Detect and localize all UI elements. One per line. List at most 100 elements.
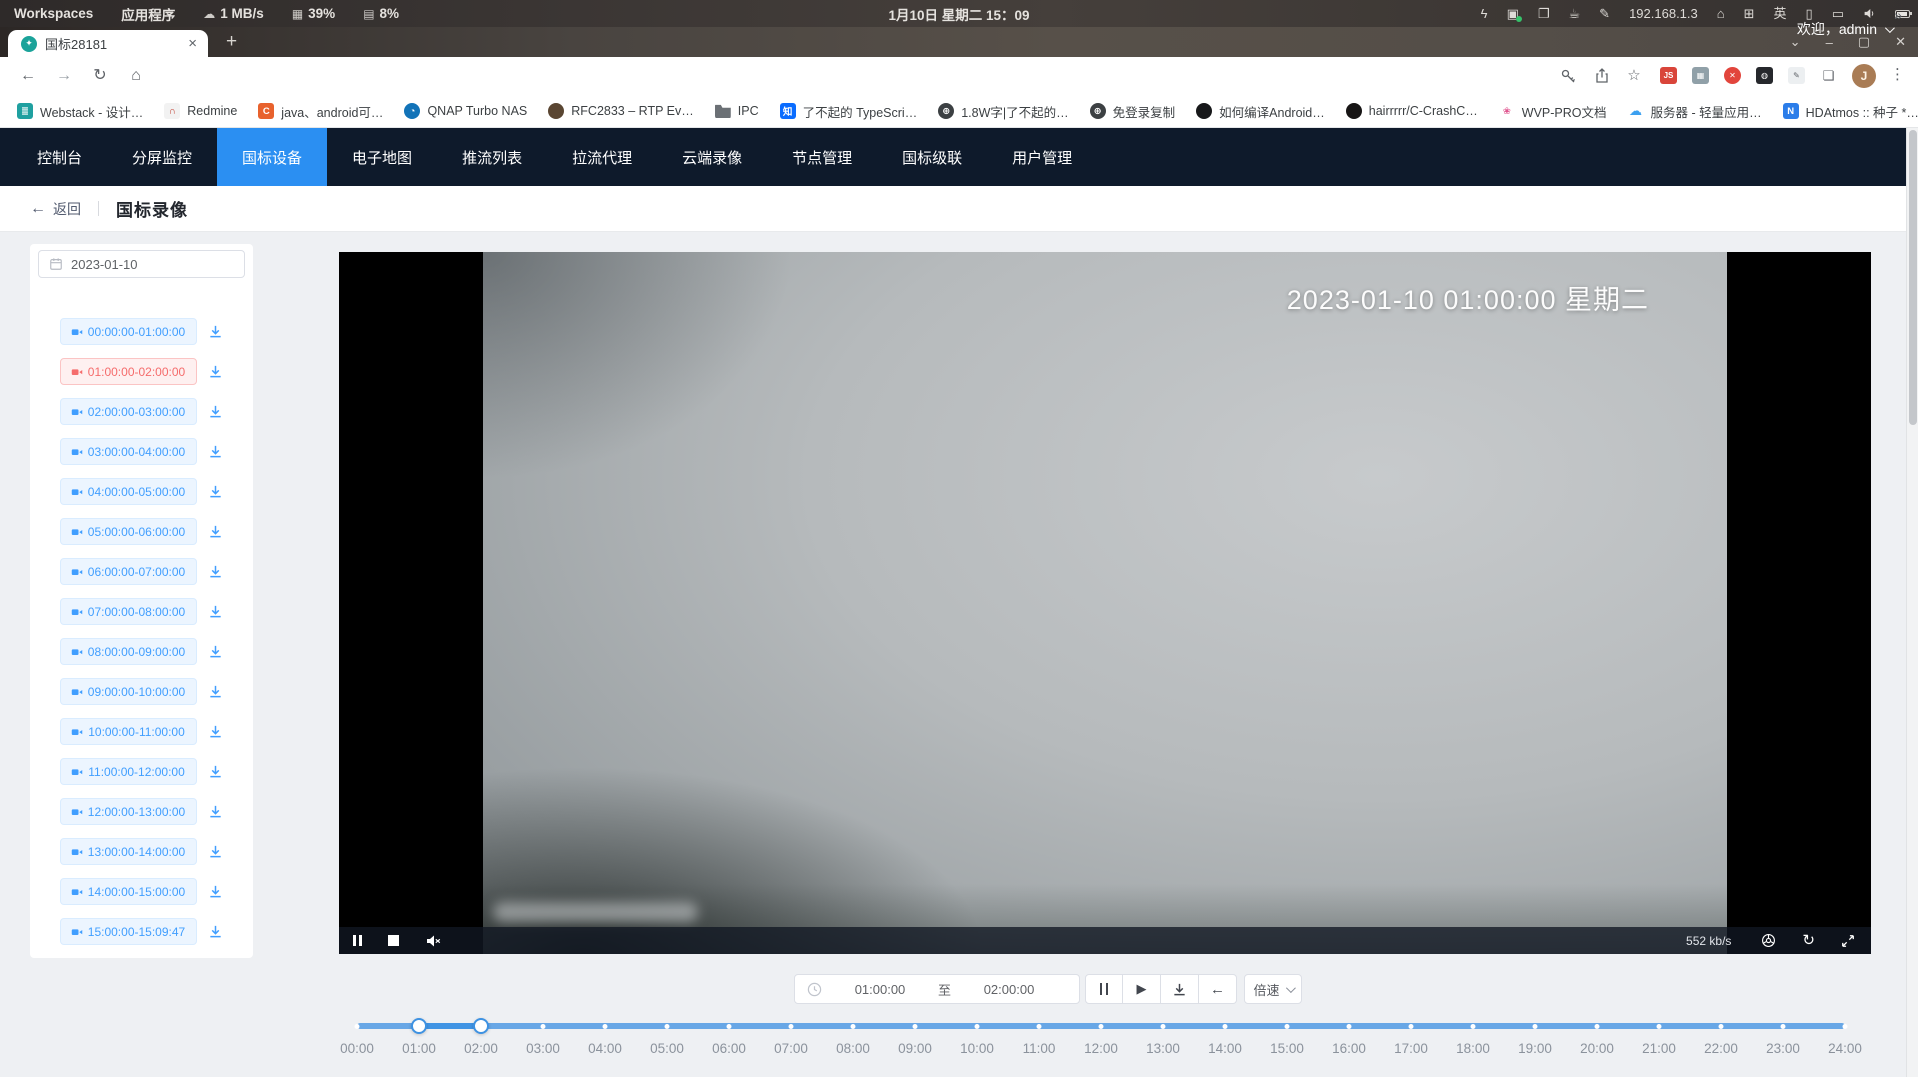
js-extension-icon[interactable]: JS — [1660, 67, 1677, 84]
browser-menu-icon[interactable]: ⋮ — [1890, 65, 1905, 83]
bookmark-item[interactable]: ⊕ 免登录复制 — [1081, 99, 1185, 124]
download-icon[interactable] — [208, 324, 224, 340]
bookmark-item[interactable]: ≣ Webstack - 设计… — [8, 99, 152, 124]
record-segment-button[interactable]: 15:00:00-15:09:47 — [60, 918, 197, 945]
download-icon[interactable] — [208, 684, 224, 700]
download-icon[interactable] — [208, 524, 224, 540]
download-icon[interactable] — [208, 924, 224, 940]
nav-tab[interactable]: 电子地图 — [327, 128, 437, 186]
download-icon[interactable] — [208, 804, 224, 820]
new-tab-button[interactable]: + — [219, 30, 244, 55]
bookmark-star-icon[interactable]: ☆ — [1622, 65, 1646, 87]
reload-icon[interactable]: ↻ — [88, 65, 112, 87]
bookmark-item[interactable]: ◔ QNAP Turbo NAS — [395, 100, 536, 122]
browser-tab[interactable]: ✦ 国标28181 × — [8, 30, 208, 57]
password-key-icon[interactable] — [1560, 68, 1576, 84]
bookmarks-overflow-icon[interactable]: » — [1894, 7, 1902, 23]
nav-tab[interactable]: 拉流代理 — [547, 128, 657, 186]
pause-icon[interactable] — [353, 935, 362, 946]
download-icon[interactable] — [208, 764, 224, 780]
clipboard-icon[interactable]: ❐ — [1538, 7, 1550, 20]
page-scrollbar[interactable] — [1906, 128, 1918, 1077]
record-segment-button[interactable]: 01:00:00-02:00:00 — [60, 358, 197, 385]
download-icon[interactable] — [208, 604, 224, 620]
download-icon[interactable] — [208, 564, 224, 580]
stop-icon[interactable] — [388, 935, 399, 946]
playback-speed-dropdown[interactable]: 倍速 — [1244, 974, 1302, 1004]
record-segment-button[interactable]: 07:00:00-08:00:00 — [60, 598, 197, 625]
record-segment-button[interactable]: 11:00:00-12:00:00 — [60, 758, 197, 785]
profile-avatar[interactable]: J — [1852, 64, 1876, 88]
download-button[interactable] — [1161, 974, 1199, 1004]
back-icon[interactable]: ← — [16, 65, 40, 87]
record-segment-button[interactable]: 08:00:00-09:00:00 — [60, 638, 197, 665]
back-button[interactable]: ← 返回 — [30, 199, 81, 219]
record-segment-button[interactable]: 13:00:00-14:00:00 — [60, 838, 197, 865]
download-icon[interactable] — [208, 844, 224, 860]
slider-handle[interactable] — [473, 1018, 489, 1034]
bookmark-item[interactable]: RFC2833 – RTP Ev… — [539, 100, 703, 122]
record-segment-button[interactable]: 09:00:00-10:00:00 — [60, 678, 197, 705]
bookmark-item[interactable]: 如何编译Android… — [1187, 99, 1334, 124]
ip-address[interactable]: 192.168.1.3 — [1629, 7, 1698, 20]
scrollbar-thumb[interactable] — [1909, 130, 1917, 425]
download-icon[interactable] — [208, 724, 224, 740]
record-segment-button[interactable]: 10:00:00-11:00:00 — [60, 718, 197, 745]
nav-tab[interactable]: 用户管理 — [987, 128, 1097, 186]
download-icon[interactable] — [208, 644, 224, 660]
seek-back-button[interactable]: ← — [1199, 974, 1237, 1004]
workspaces-button[interactable]: Workspaces — [14, 6, 93, 21]
bookmark-item[interactable]: IPC — [706, 100, 768, 122]
record-segment-button[interactable]: 14:00:00-15:00:00 — [60, 878, 197, 905]
user-menu[interactable]: 欢迎，admin — [1797, 0, 1892, 58]
share-icon[interactable] — [1594, 68, 1610, 84]
dark-extension-icon[interactable]: ◍ — [1756, 67, 1773, 84]
bookmark-item[interactable]: 知 了不起的 TypeScri… — [771, 99, 927, 124]
home-icon[interactable]: ⌂ — [1717, 7, 1725, 20]
download-icon[interactable] — [208, 884, 224, 900]
grid-extension-icon[interactable]: ▦ — [1692, 67, 1709, 84]
bookmark-item[interactable]: C java、android可… — [249, 99, 392, 124]
nav-tab[interactable]: 推流列表 — [437, 128, 547, 186]
tab-close-icon[interactable]: × — [185, 35, 200, 52]
pause-button[interactable] — [1085, 974, 1123, 1004]
download-icon[interactable] — [208, 364, 224, 380]
workspace-switcher-icon[interactable]: ⊞ — [1744, 7, 1755, 20]
snapshot-icon[interactable] — [1761, 933, 1776, 948]
bookmark-item[interactable]: ☁ 服务器 - 轻量应用… — [1619, 99, 1771, 124]
download-icon[interactable] — [208, 444, 224, 460]
record-segment-button[interactable]: 06:00:00-07:00:00 — [60, 558, 197, 585]
record-segment-button[interactable]: 00:00:00-01:00:00 — [60, 318, 197, 345]
bookmark-item[interactable]: ∩ Redmine — [155, 100, 246, 122]
nav-tab[interactable]: 分屏监控 — [107, 128, 217, 186]
fullscreen-icon[interactable] — [1841, 934, 1855, 948]
nav-tab[interactable]: 云端录像 — [657, 128, 767, 186]
slider-handle[interactable] — [411, 1018, 427, 1034]
record-segment-button[interactable]: 04:00:00-05:00:00 — [60, 478, 197, 505]
forward-icon[interactable]: → — [52, 65, 76, 87]
download-icon[interactable] — [208, 484, 224, 500]
bookmark-item[interactable]: N HDAtmos :: 种子 *… — [1774, 99, 1918, 124]
record-segment-button[interactable]: 05:00:00-06:00:00 — [60, 518, 197, 545]
end-time-input[interactable]: 02:00:00 — [951, 982, 1067, 997]
clock[interactable]: 1月10日 星期二 15：09 — [888, 4, 1029, 24]
play-button[interactable]: ▶ — [1123, 974, 1161, 1004]
record-segment-button[interactable]: 03:00:00-04:00:00 — [60, 438, 197, 465]
time-range-picker[interactable]: 01:00:00 至 02:00:00 — [794, 974, 1080, 1004]
bookmark-item[interactable]: ⊕ 1.8W字|了不起的… — [929, 99, 1077, 124]
nav-tab[interactable]: 国标设备 — [217, 128, 327, 186]
mute-icon[interactable] — [425, 933, 441, 949]
date-picker-input[interactable]: 2023-01-10 — [38, 250, 245, 278]
bookmark-item[interactable]: hairrrrr/C-CrashC… — [1337, 100, 1487, 122]
window-close-icon[interactable]: ✕ — [1895, 34, 1906, 50]
nav-tab[interactable]: 控制台 — [12, 128, 107, 186]
app-indicator-icon[interactable]: ▣ — [1507, 7, 1519, 20]
side-panel-icon[interactable]: ❏ — [1820, 67, 1837, 84]
start-time-input[interactable]: 01:00:00 — [822, 982, 938, 997]
bookmark-item[interactable]: ❀ WVP-PRO文档 — [1490, 99, 1616, 124]
blocker-extension-icon[interactable]: ✕ — [1724, 67, 1741, 84]
nav-tab[interactable]: 节点管理 — [767, 128, 877, 186]
record-segment-button[interactable]: 02:00:00-03:00:00 — [60, 398, 197, 425]
applications-button[interactable]: 应用程序 — [121, 4, 175, 24]
nav-tab[interactable]: 国标级联 — [877, 128, 987, 186]
